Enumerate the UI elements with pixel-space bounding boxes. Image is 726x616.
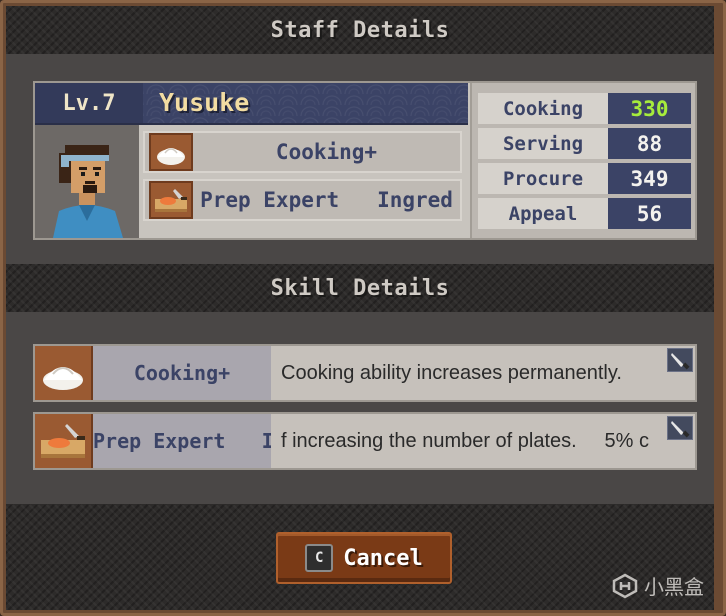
staff-name: Yusuke (159, 88, 250, 117)
cancel-button[interactable]: C Cancel (276, 532, 452, 584)
trait-label: Prep Expert Ingred (200, 188, 453, 212)
skill-section-title: Skill Details (270, 275, 450, 301)
key-hint: C (305, 544, 334, 572)
skill-row-cooking-plus[interactable]: Cooking+ Cooking ability increases perma… (33, 344, 697, 402)
stat-serving: Serving 88 (478, 128, 691, 159)
staff-card: Lv.7 Yusuke Cooking+ Prep Expert Ingred … (33, 81, 697, 240)
watermark-text: 小黑盒 (644, 575, 704, 599)
knife-icon (667, 348, 693, 372)
stat-label: Cooking (478, 93, 608, 124)
stat-value: 349 (608, 163, 691, 194)
trait-prep-expert[interactable]: Prep Expert Ingred (143, 179, 462, 221)
staff-portrait (35, 125, 139, 238)
bun-icon (149, 133, 193, 171)
stat-value: 330 (608, 93, 691, 124)
staff-header: Lv.7 Yusuke (35, 83, 468, 125)
skill-name: Cooking+ (93, 346, 271, 400)
title-bar: Staff Details (6, 6, 714, 54)
skill-panel (6, 312, 714, 504)
cancel-label: Cancel (343, 545, 423, 571)
stat-label: Procure (478, 163, 608, 194)
skill-name: Prep Expert In (93, 414, 271, 468)
cutting-board-icon (35, 414, 93, 468)
stat-value: 88 (608, 128, 691, 159)
stat-cooking: Cooking 330 (478, 93, 691, 124)
watermark: 小黑盒 (612, 571, 704, 600)
stat-value: 56 (608, 198, 691, 229)
stat-label: Serving (478, 128, 608, 159)
stat-label: Appeal (478, 198, 608, 229)
heybox-logo-icon (612, 573, 638, 599)
stats-panel: Cooking 330 Serving 88 Procure 349 Appea… (470, 83, 695, 238)
skill-row-prep-expert[interactable]: Prep Expert In f increasing the number o… (33, 412, 697, 470)
skill-section-bar: Skill Details (6, 264, 714, 312)
trait-cooking-plus[interactable]: Cooking+ (143, 131, 462, 173)
cutting-board-icon (149, 181, 193, 219)
staff-level: Lv.7 (35, 83, 143, 123)
bun-icon (35, 346, 93, 400)
skill-description: Cooking ability increases permanently. (281, 361, 622, 384)
stat-procure: Procure 349 (478, 163, 691, 194)
trait-label: Cooking+ (275, 140, 378, 164)
dialog-title: Staff Details (270, 17, 450, 43)
avatar (35, 125, 139, 238)
stat-appeal: Appeal 56 (478, 198, 691, 229)
skill-description: f increasing the number of plates. 5% c (281, 429, 649, 452)
knife-icon (667, 416, 693, 440)
